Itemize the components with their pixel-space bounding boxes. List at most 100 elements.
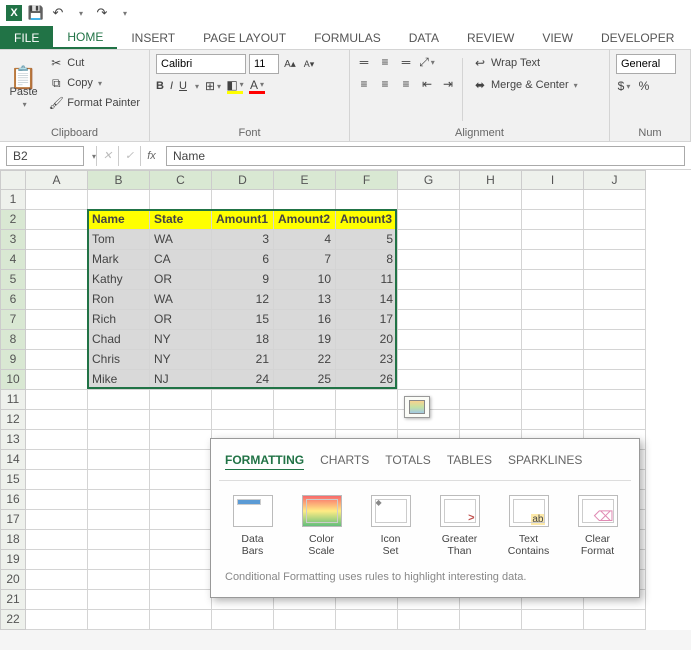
- italic-button[interactable]: I: [170, 80, 173, 92]
- cell-I5[interactable]: [522, 270, 584, 290]
- cell-I1[interactable]: [522, 190, 584, 210]
- cell-J1[interactable]: [584, 190, 646, 210]
- row-header-6[interactable]: 6: [0, 290, 26, 310]
- cell-H8[interactable]: [460, 330, 522, 350]
- cell-B21[interactable]: [88, 590, 150, 610]
- qa-item-icon-set[interactable]: IconSet: [363, 495, 418, 557]
- row-header-12[interactable]: 12: [0, 410, 26, 430]
- row-header-10[interactable]: 10: [0, 370, 26, 390]
- cell-A8[interactable]: [26, 330, 88, 350]
- paste-button[interactable]: 📋 Paste: [6, 54, 41, 125]
- cell-B16[interactable]: [88, 490, 150, 510]
- row-header-20[interactable]: 20: [0, 570, 26, 590]
- currency-icon[interactable]: $: [616, 78, 632, 94]
- font-size-input[interactable]: [249, 54, 279, 74]
- cell-B6[interactable]: Ron: [88, 290, 150, 310]
- cell-I12[interactable]: [522, 410, 584, 430]
- cell-J12[interactable]: [584, 410, 646, 430]
- cell-J6[interactable]: [584, 290, 646, 310]
- cell-I7[interactable]: [522, 310, 584, 330]
- cell-B9[interactable]: Chris: [88, 350, 150, 370]
- cell-E5[interactable]: 10: [274, 270, 336, 290]
- cell-H5[interactable]: [460, 270, 522, 290]
- cell-A15[interactable]: [26, 470, 88, 490]
- cell-C8[interactable]: NY: [150, 330, 212, 350]
- spreadsheet-grid[interactable]: ABCDEFGHIJ12NameStateAmount1Amount2Amoun…: [0, 170, 691, 630]
- cell-I4[interactable]: [522, 250, 584, 270]
- tab-view[interactable]: VIEW: [528, 26, 587, 49]
- cell-B18[interactable]: [88, 530, 150, 550]
- align-middle-icon[interactable]: ≡: [377, 54, 393, 70]
- tab-review[interactable]: REVIEW: [453, 26, 528, 49]
- cell-A2[interactable]: [26, 210, 88, 230]
- cell-C14[interactable]: [150, 450, 212, 470]
- cell-C9[interactable]: NY: [150, 350, 212, 370]
- cell-C3[interactable]: WA: [150, 230, 212, 250]
- cell-G8[interactable]: [398, 330, 460, 350]
- qa-tab-tables[interactable]: TABLES: [447, 453, 492, 470]
- align-left-icon[interactable]: ≡: [356, 76, 372, 92]
- cell-I6[interactable]: [522, 290, 584, 310]
- cell-C11[interactable]: [150, 390, 212, 410]
- cancel-formula-icon[interactable]: ✕: [96, 146, 118, 166]
- row-header-8[interactable]: 8: [0, 330, 26, 350]
- enter-formula-icon[interactable]: ✓: [118, 146, 140, 166]
- align-center-icon[interactable]: ≡: [377, 76, 393, 92]
- align-bottom-icon[interactable]: ═: [398, 54, 414, 70]
- redo-dropdown[interactable]: [116, 5, 132, 21]
- cell-B10[interactable]: Mike: [88, 370, 150, 390]
- cell-J5[interactable]: [584, 270, 646, 290]
- cell-E2[interactable]: Amount2: [274, 210, 336, 230]
- tab-page-layout[interactable]: PAGE LAYOUT: [189, 26, 300, 49]
- qa-item-greater-than[interactable]: GreaterThan: [432, 495, 487, 557]
- cell-B3[interactable]: Tom: [88, 230, 150, 250]
- qa-tab-formatting[interactable]: FORMATTING: [225, 453, 304, 470]
- row-header-16[interactable]: 16: [0, 490, 26, 510]
- select-all-corner[interactable]: [0, 170, 26, 190]
- cell-G5[interactable]: [398, 270, 460, 290]
- cell-A13[interactable]: [26, 430, 88, 450]
- format-painter-button[interactable]: 🖌Format Painter: [45, 94, 143, 112]
- qa-item-color-scale[interactable]: ColorScale: [294, 495, 349, 557]
- cell-D8[interactable]: 18: [212, 330, 274, 350]
- cell-F2[interactable]: Amount3: [336, 210, 398, 230]
- cell-D2[interactable]: Amount1: [212, 210, 274, 230]
- cell-H2[interactable]: [460, 210, 522, 230]
- cell-H6[interactable]: [460, 290, 522, 310]
- cell-E1[interactable]: [274, 190, 336, 210]
- cell-F10[interactable]: 26: [336, 370, 398, 390]
- row-header-15[interactable]: 15: [0, 470, 26, 490]
- tab-data[interactable]: DATA: [395, 26, 453, 49]
- cell-D6[interactable]: 12: [212, 290, 274, 310]
- paste-dropdown[interactable]: [21, 98, 27, 110]
- cell-D5[interactable]: 9: [212, 270, 274, 290]
- cell-H10[interactable]: [460, 370, 522, 390]
- cell-A18[interactable]: [26, 530, 88, 550]
- percent-icon[interactable]: %: [636, 78, 652, 94]
- cell-C7[interactable]: OR: [150, 310, 212, 330]
- row-header-13[interactable]: 13: [0, 430, 26, 450]
- cell-F3[interactable]: 5: [336, 230, 398, 250]
- cell-F11[interactable]: [336, 390, 398, 410]
- row-header-11[interactable]: 11: [0, 390, 26, 410]
- cell-C21[interactable]: [150, 590, 212, 610]
- col-header-D[interactable]: D: [212, 170, 274, 190]
- col-header-F[interactable]: F: [336, 170, 398, 190]
- cell-E6[interactable]: 13: [274, 290, 336, 310]
- cell-G6[interactable]: [398, 290, 460, 310]
- cell-B12[interactable]: [88, 410, 150, 430]
- tab-home[interactable]: HOME: [53, 26, 117, 49]
- align-top-icon[interactable]: ═: [356, 54, 372, 70]
- cell-C15[interactable]: [150, 470, 212, 490]
- cell-A19[interactable]: [26, 550, 88, 570]
- cell-E9[interactable]: 22: [274, 350, 336, 370]
- cell-E4[interactable]: 7: [274, 250, 336, 270]
- cell-A6[interactable]: [26, 290, 88, 310]
- cell-H11[interactable]: [460, 390, 522, 410]
- cell-H7[interactable]: [460, 310, 522, 330]
- cell-E3[interactable]: 4: [274, 230, 336, 250]
- cell-J22[interactable]: [584, 610, 646, 630]
- cell-A12[interactable]: [26, 410, 88, 430]
- cell-F9[interactable]: 23: [336, 350, 398, 370]
- cell-H22[interactable]: [460, 610, 522, 630]
